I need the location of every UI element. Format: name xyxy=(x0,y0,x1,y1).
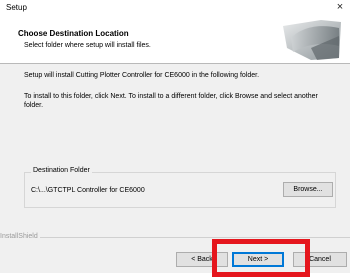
next-button[interactable]: Next > xyxy=(232,252,284,267)
instructions-text: To install to this folder, click Next. T… xyxy=(24,93,318,109)
destination-path: C:\...\GTCTPL Controller for CE6000 xyxy=(31,187,145,194)
window-title: Setup xyxy=(6,3,27,12)
destination-folder-label: Destination Folder xyxy=(31,167,92,174)
close-icon[interactable]: × xyxy=(333,0,347,15)
footer-divider xyxy=(40,237,350,238)
title-bar: Setup × xyxy=(0,0,350,15)
setup-window: Setup × Choose Destination Location Sele… xyxy=(0,0,350,277)
page-title: Choose Destination Location xyxy=(18,29,129,38)
cancel-button[interactable]: Cancel xyxy=(293,252,347,267)
installer-graphic-icon xyxy=(283,20,341,60)
wizard-header: Choose Destination Location Select folde… xyxy=(0,15,350,64)
install-info-text: Setup will install Cutting Plotter Contr… xyxy=(24,72,260,79)
browse-button[interactable]: Browse... xyxy=(283,182,333,197)
back-button[interactable]: < Back xyxy=(176,252,228,267)
installshield-brand: InstallShield xyxy=(0,233,38,240)
page-subtitle: Select folder where setup will install f… xyxy=(24,42,151,49)
